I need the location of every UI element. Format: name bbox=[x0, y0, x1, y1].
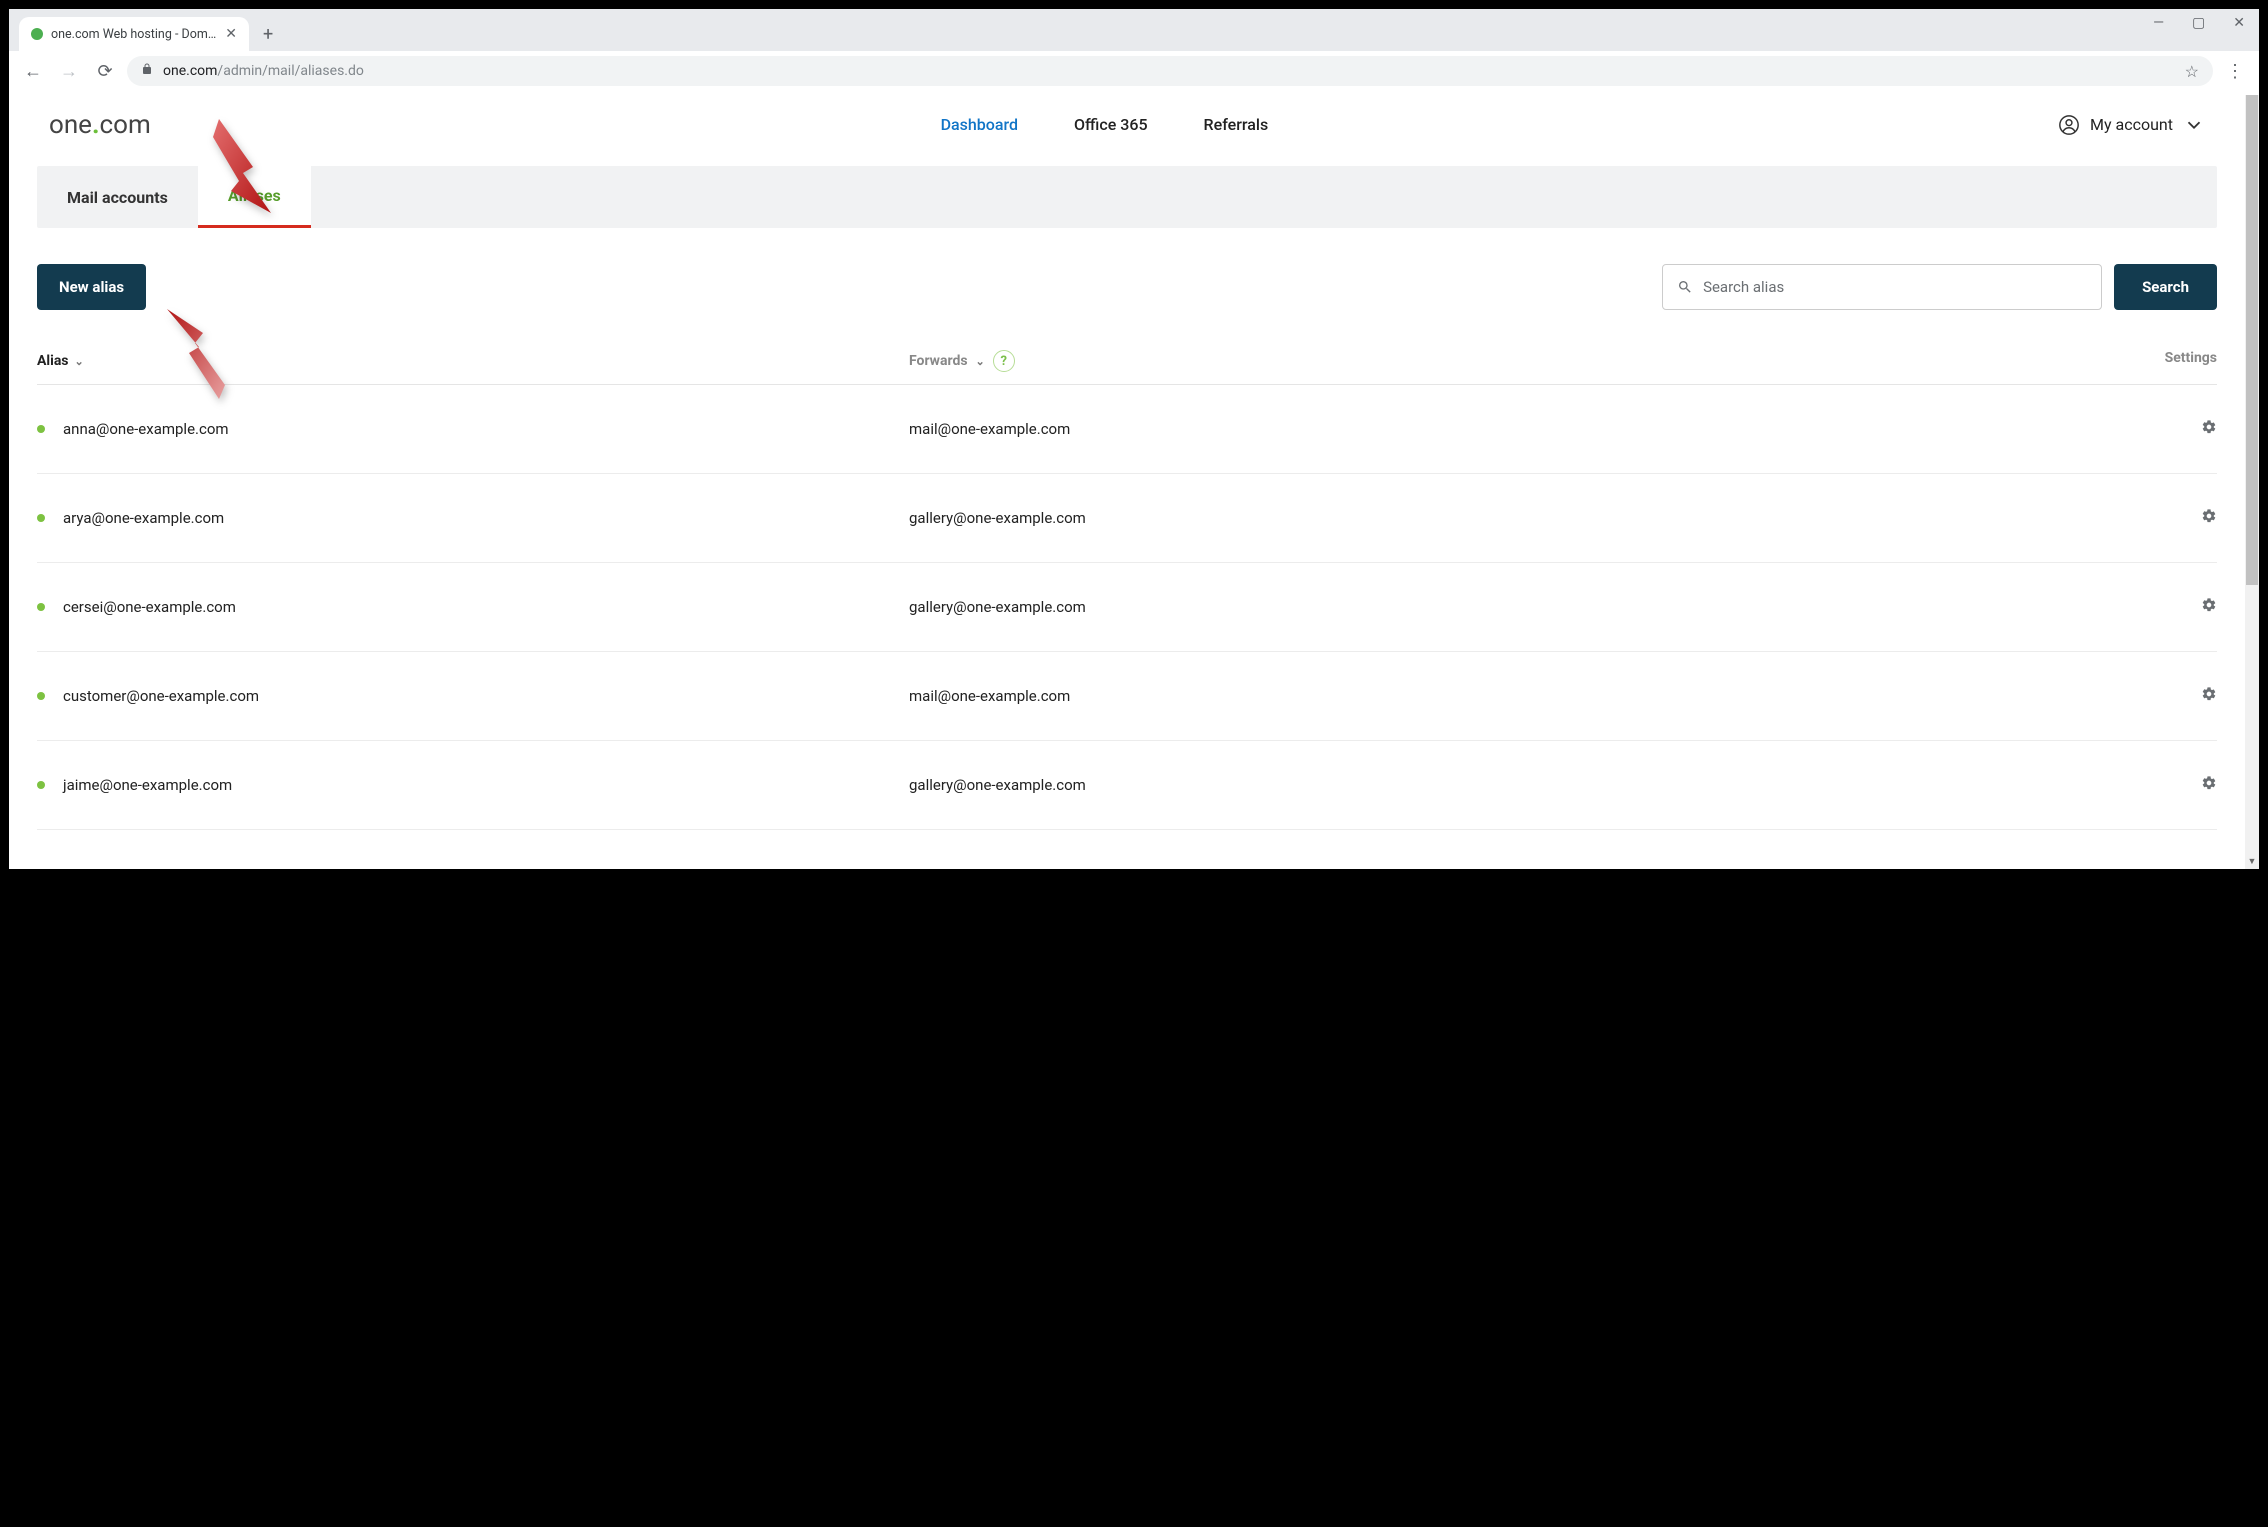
row-settings-button[interactable] bbox=[1999, 508, 2217, 528]
search-box bbox=[1662, 264, 2102, 310]
nav-office365[interactable]: Office 365 bbox=[1074, 115, 1148, 134]
new-tab-button[interactable]: + bbox=[263, 24, 273, 45]
row-settings-button[interactable] bbox=[1999, 775, 2217, 795]
favicon-dot-icon bbox=[31, 28, 43, 40]
alias-cell: cersei@one-example.com bbox=[37, 598, 909, 616]
alias-value: jaime@one-example.com bbox=[63, 776, 232, 794]
alias-value: cersei@one-example.com bbox=[63, 598, 236, 616]
forwards-cell: gallery@one-example.com bbox=[909, 598, 1999, 616]
browser-window: — ▢ ✕ one.com Web hosting - Domain ✕ + ←… bbox=[8, 8, 2260, 870]
col-header-forwards[interactable]: Forwards ⌄ ? bbox=[909, 350, 1999, 372]
row-settings-button[interactable] bbox=[1999, 686, 2217, 706]
scrollbar[interactable]: ▲ ▼ bbox=[2245, 95, 2259, 869]
user-icon bbox=[2058, 114, 2080, 136]
status-dot-icon bbox=[37, 603, 45, 611]
status-dot-icon bbox=[37, 692, 45, 700]
url-path: /admin/mail/aliases.do bbox=[217, 63, 363, 79]
header-nav: Dashboard Office 365 Referrals bbox=[151, 115, 2058, 134]
url-text: one.com/admin/mail/aliases.do bbox=[163, 63, 2175, 79]
alias-table: Alias ⌄ Forwards ⌄ ? Settings anna@one-e… bbox=[37, 338, 2217, 830]
alias-cell: anna@one-example.com bbox=[37, 420, 909, 438]
scrollbar-down-icon[interactable]: ▼ bbox=[2245, 855, 2259, 869]
logo-left: one bbox=[49, 110, 92, 140]
table-row: jaime@one-example.com gallery@one-example… bbox=[37, 741, 2217, 830]
search-icon bbox=[1677, 279, 1693, 295]
page-content: one.com Dashboard Office 365 Referrals M… bbox=[9, 95, 2245, 869]
reload-button[interactable]: ⟳ bbox=[91, 61, 119, 82]
table-body: anna@one-example.com mail@one-example.com… bbox=[37, 385, 2217, 830]
chevron-down-icon: ⌄ bbox=[976, 355, 985, 368]
status-dot-icon bbox=[37, 425, 45, 433]
alias-value: arya@one-example.com bbox=[63, 509, 224, 527]
table-row: customer@one-example.com mail@one-example… bbox=[37, 652, 2217, 741]
tab-title: one.com Web hosting - Domain bbox=[51, 27, 217, 42]
logo[interactable]: one.com bbox=[49, 109, 151, 140]
table-row: anna@one-example.com mail@one-example.com bbox=[37, 385, 2217, 474]
action-row: New alias Search bbox=[37, 264, 2217, 310]
browser-tab[interactable]: one.com Web hosting - Domain ✕ bbox=[19, 17, 249, 51]
new-alias-button[interactable]: New alias bbox=[37, 264, 146, 310]
col-header-settings: Settings bbox=[1999, 350, 2217, 372]
overflow-menu-icon[interactable]: ⋮ bbox=[2221, 61, 2249, 82]
row-settings-button[interactable] bbox=[1999, 597, 2217, 617]
url-host: one.com bbox=[163, 63, 217, 79]
alias-cell: customer@one-example.com bbox=[37, 687, 909, 705]
chevron-down-icon: ⌄ bbox=[75, 355, 84, 368]
back-button[interactable]: ← bbox=[19, 61, 47, 82]
alias-cell: jaime@one-example.com bbox=[37, 776, 909, 794]
status-dot-icon bbox=[37, 781, 45, 789]
forward-button[interactable]: → bbox=[55, 61, 83, 82]
status-dot-icon bbox=[37, 514, 45, 522]
window-controls: — ▢ ✕ bbox=[2153, 15, 2245, 31]
table-row: arya@one-example.com gallery@one-example.… bbox=[37, 474, 2217, 563]
forwards-cell: gallery@one-example.com bbox=[909, 509, 1999, 527]
account-menu[interactable]: My account bbox=[2058, 114, 2205, 136]
nav-referrals[interactable]: Referrals bbox=[1204, 115, 1269, 134]
tab-mail-accounts[interactable]: Mail accounts bbox=[37, 166, 198, 228]
alias-cell: arya@one-example.com bbox=[37, 509, 909, 527]
chevron-down-icon bbox=[2183, 114, 2205, 136]
forwards-cell: mail@one-example.com bbox=[909, 687, 1999, 705]
scrollbar-thumb[interactable] bbox=[2246, 95, 2258, 585]
forwards-cell: mail@one-example.com bbox=[909, 420, 1999, 438]
search-button[interactable]: Search bbox=[2114, 264, 2217, 310]
address-bar[interactable]: one.com/admin/mail/aliases.do ☆ bbox=[127, 56, 2213, 86]
alias-value: customer@one-example.com bbox=[63, 687, 259, 705]
site-header: one.com Dashboard Office 365 Referrals M… bbox=[9, 95, 2245, 154]
maximize-icon[interactable]: ▢ bbox=[2192, 15, 2205, 31]
tab-aliases[interactable]: Aliases bbox=[198, 166, 311, 228]
lock-icon bbox=[141, 63, 153, 79]
close-tab-icon[interactable]: ✕ bbox=[225, 26, 237, 42]
page-viewport: one.com Dashboard Office 365 Referrals M… bbox=[9, 95, 2259, 869]
forwards-cell: gallery@one-example.com bbox=[909, 776, 1999, 794]
search-input[interactable] bbox=[1703, 278, 2087, 296]
col-forwards-label: Forwards bbox=[909, 353, 968, 369]
browser-toolbar: ← → ⟳ one.com/admin/mail/aliases.do ☆ ⋮ bbox=[9, 51, 2259, 95]
close-window-icon[interactable]: ✕ bbox=[2233, 15, 2245, 31]
bookmark-star-icon[interactable]: ☆ bbox=[2185, 62, 2199, 81]
table-header: Alias ⌄ Forwards ⌄ ? Settings bbox=[37, 338, 2217, 385]
logo-dot: . bbox=[92, 110, 100, 140]
row-settings-button[interactable] bbox=[1999, 419, 2217, 439]
sub-tab-bar: Mail accounts Aliases bbox=[37, 166, 2217, 228]
alias-value: anna@one-example.com bbox=[63, 420, 229, 438]
col-alias-label: Alias bbox=[37, 353, 69, 369]
help-icon[interactable]: ? bbox=[993, 350, 1015, 372]
nav-dashboard[interactable]: Dashboard bbox=[941, 115, 1018, 134]
minimize-icon[interactable]: — bbox=[2153, 15, 2164, 31]
table-row: cersei@one-example.com gallery@one-exampl… bbox=[37, 563, 2217, 652]
logo-right: com bbox=[100, 110, 151, 140]
col-header-alias[interactable]: Alias ⌄ bbox=[37, 350, 909, 372]
account-label: My account bbox=[2090, 115, 2173, 134]
tab-strip: one.com Web hosting - Domain ✕ + bbox=[9, 9, 2259, 51]
